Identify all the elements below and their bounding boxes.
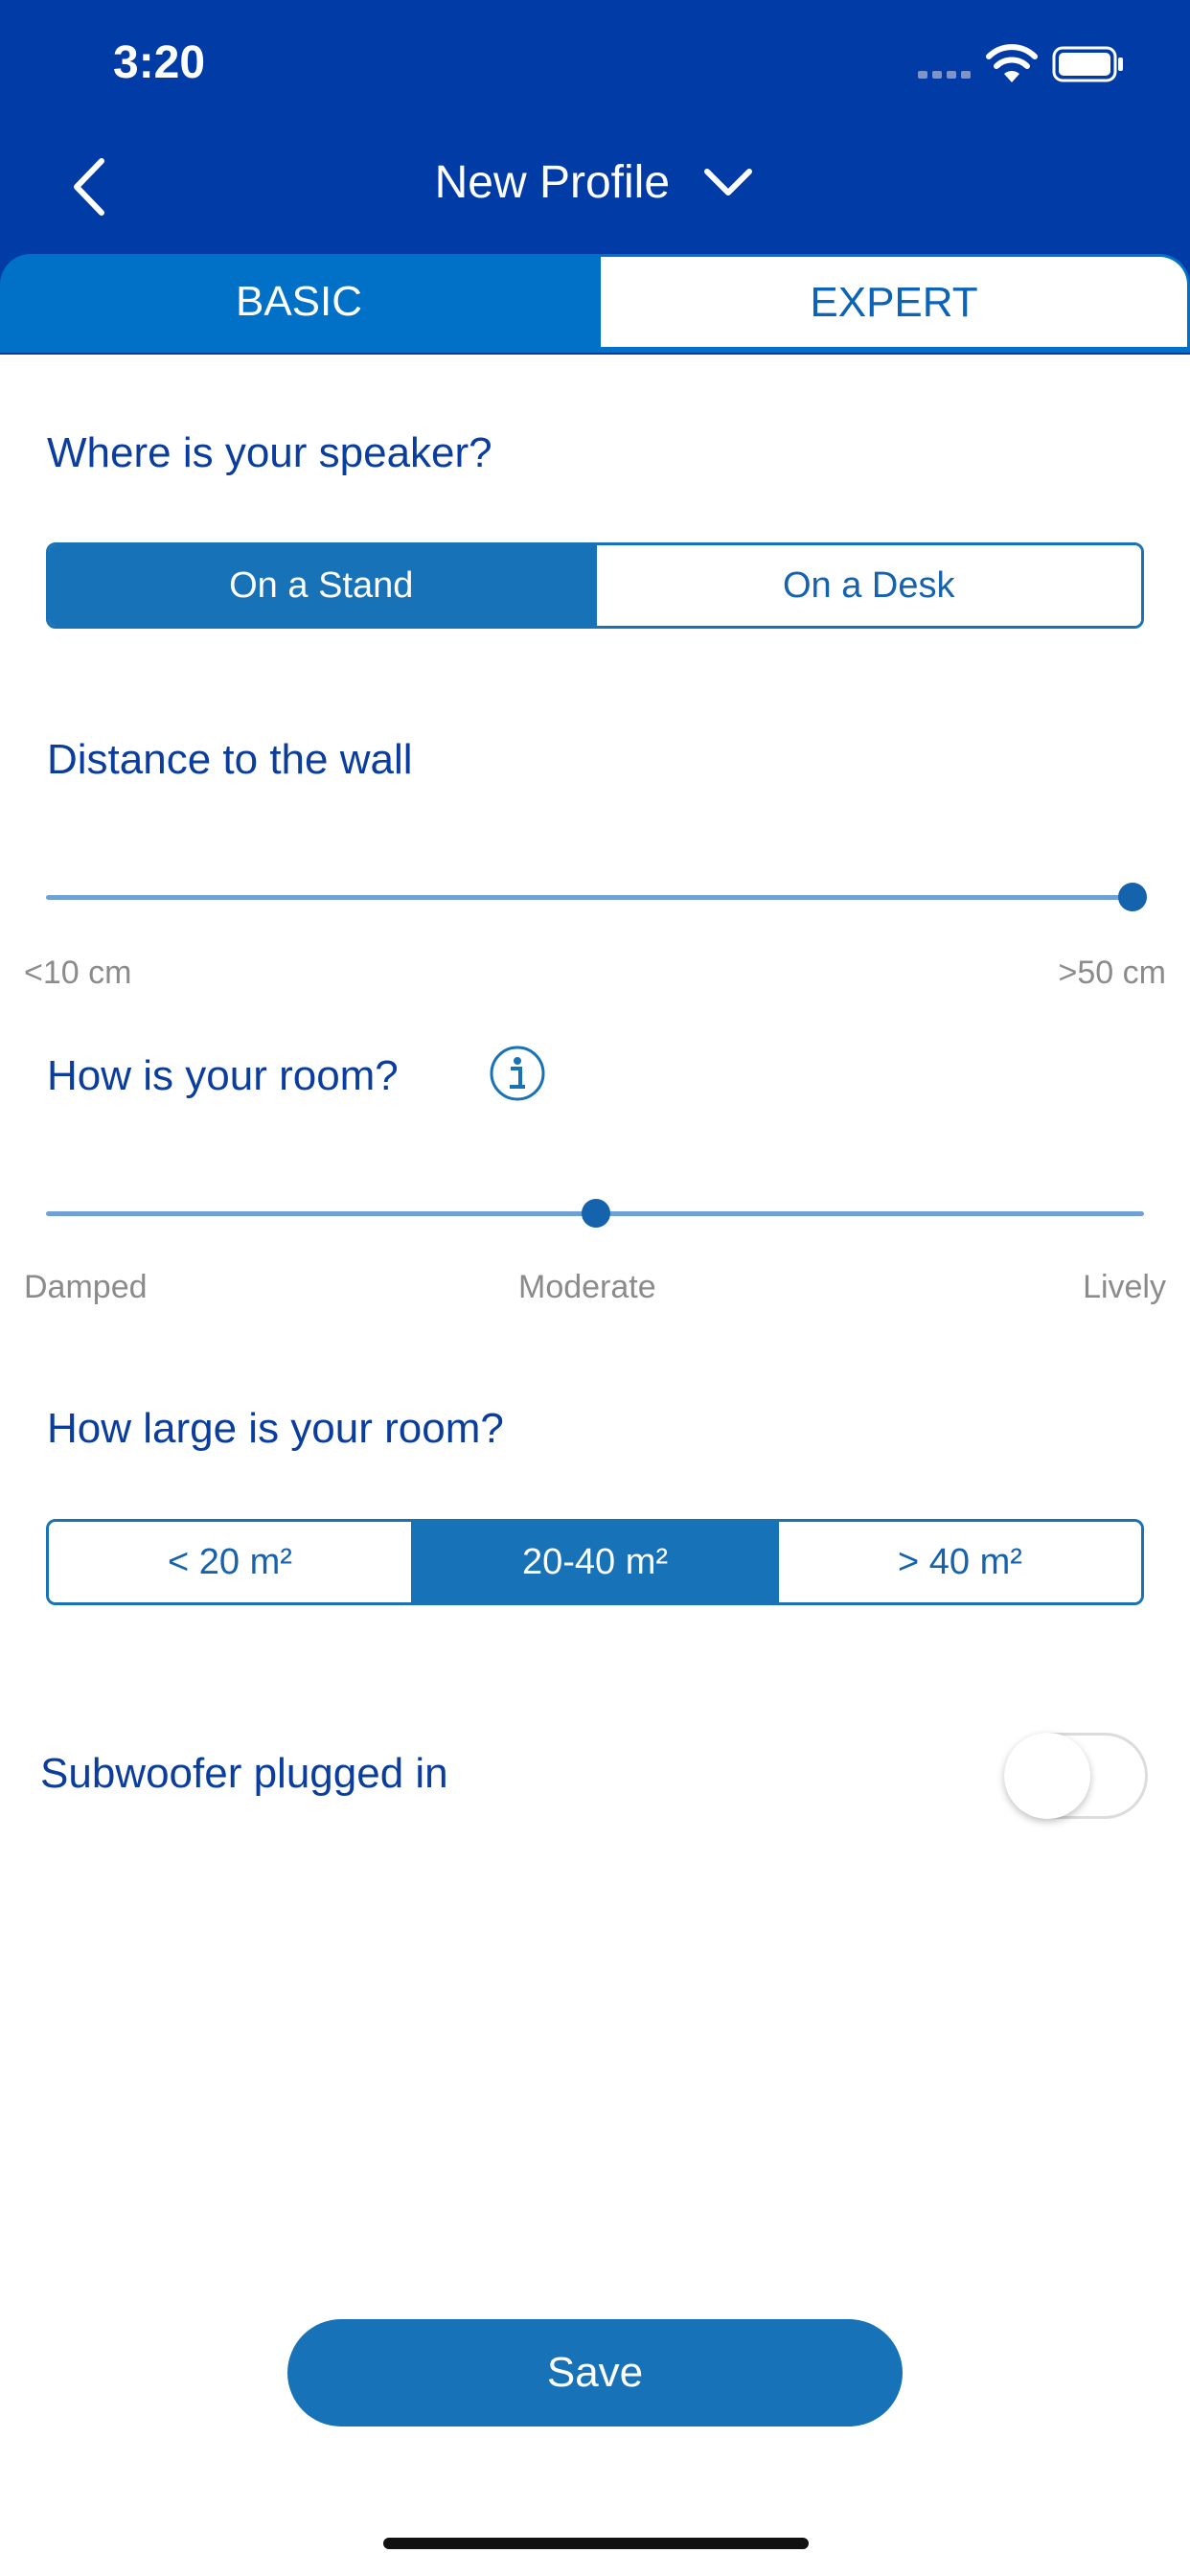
wall-distance-min-label: <10 cm [24, 954, 132, 991]
status-time: 3:20 [113, 37, 206, 88]
profile-title-dropdown[interactable]: New Profile [0, 153, 1190, 209]
room-size-segmented: < 20 m² 20-40 m² > 40 m² [46, 1519, 1144, 1605]
tab-underline [0, 347, 1190, 353]
speaker-position-label: Where is your speaker? [47, 429, 492, 476]
speaker-position-segmented: On a Stand On a Desk [46, 542, 1144, 629]
wifi-icon [986, 44, 1038, 82]
home-indicator [383, 2538, 809, 2549]
page-title: New Profile [434, 156, 671, 208]
subwoofer-label: Subwoofer plugged in [40, 1750, 448, 1797]
cellular-signal-icon [918, 71, 971, 79]
room-acoustics-label-moderate: Moderate [518, 1269, 656, 1305]
option-20-40[interactable]: 20-40 m² [411, 1522, 776, 1602]
tab-expert[interactable]: EXPERT [598, 254, 1190, 349]
room-acoustics-label: How is your room? [47, 1052, 399, 1099]
room-acoustics-slider-thumb[interactable] [582, 1199, 610, 1228]
wall-distance-slider-thumb[interactable] [1118, 883, 1147, 911]
option-on-a-stand[interactable]: On a Stand [49, 545, 594, 626]
save-button[interactable]: Save [287, 2319, 903, 2426]
subwoofer-toggle-knob[interactable] [1004, 1733, 1090, 1819]
wall-distance-max-label: >50 cm [1058, 954, 1166, 991]
wall-distance-slider-track[interactable] [46, 895, 1131, 900]
wall-distance-label: Distance to the wall [47, 736, 413, 783]
room-acoustics-label-damped: Damped [24, 1269, 148, 1305]
option-under-20[interactable]: < 20 m² [49, 1522, 411, 1602]
room-size-label: How large is your room? [47, 1405, 504, 1452]
option-over-40[interactable]: > 40 m² [776, 1522, 1141, 1602]
chevron-down-icon [704, 169, 753, 196]
info-icon [490, 1046, 545, 1101]
battery-icon [1052, 46, 1123, 82]
room-acoustics-label-lively: Lively [1083, 1269, 1166, 1305]
tab-basic[interactable]: BASIC [0, 254, 598, 350]
info-button[interactable] [489, 1045, 546, 1102]
option-on-a-desk[interactable]: On a Desk [593, 545, 1141, 626]
